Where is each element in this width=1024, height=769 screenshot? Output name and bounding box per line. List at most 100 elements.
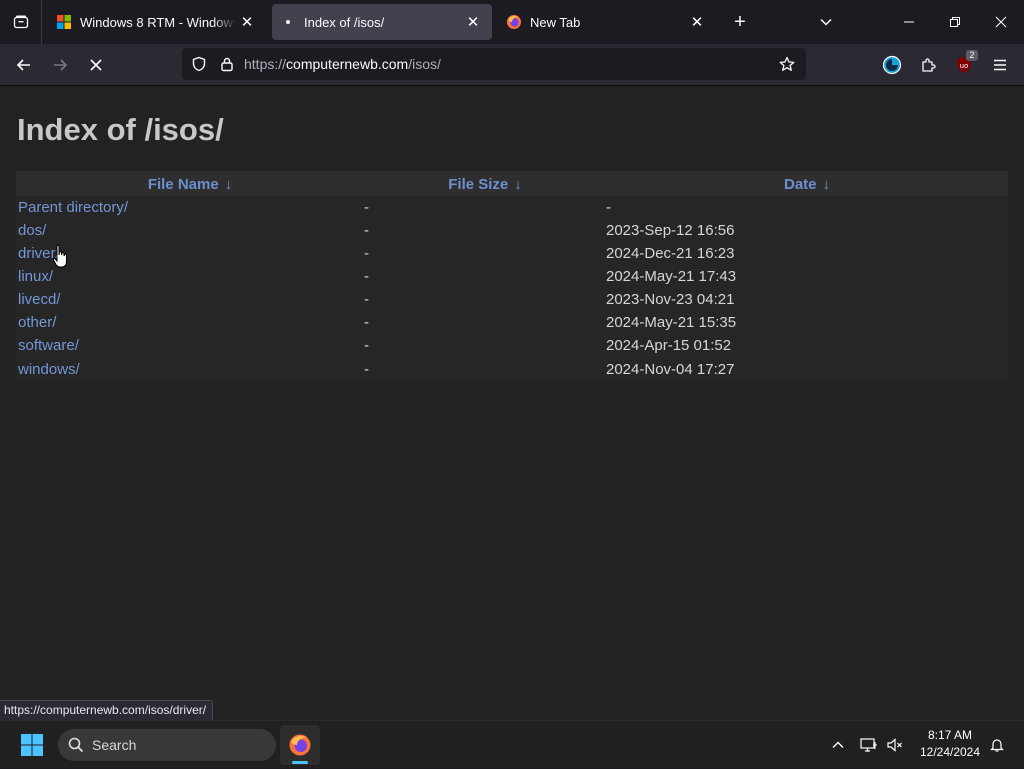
search-label: Search: [92, 737, 137, 753]
ublock-count-badge: 2: [966, 50, 978, 61]
date-cell: 2023-Sep-12 16:56: [606, 222, 735, 239]
date-column-header[interactable]: Date ↓: [606, 171, 1008, 196]
table-row: dos/ - 2023-Sep-12 16:56: [16, 219, 1008, 242]
close-icon: ✕: [466, 14, 480, 31]
back-button[interactable]: [8, 49, 40, 81]
bookmark-star-button[interactable]: [772, 48, 802, 80]
speaker-muted-icon: [887, 738, 902, 752]
column-label: File Name: [147, 176, 219, 193]
url-host: computernewb.com: [286, 56, 409, 72]
column-label: File Size: [448, 176, 509, 193]
address-bar[interactable]: https://computernewb.com/isos/: [182, 48, 806, 80]
sort-arrow-icon: ↓: [514, 176, 522, 193]
minimize-button[interactable]: [886, 0, 932, 44]
tab-strip: Windows 8 RTM - Windows Dev ✕ Index of /…: [0, 0, 1024, 44]
date-cell: 2024-Apr-15 01:52: [606, 337, 732, 354]
date-cell: 2023-Nov-23 04:21: [606, 291, 735, 308]
forward-button[interactable]: [44, 49, 76, 81]
volume-button[interactable]: [884, 721, 906, 769]
tab-close-button[interactable]: ✕: [236, 11, 258, 33]
ublock-origin-button[interactable]: uo 2: [948, 49, 980, 81]
firefox-icon: [289, 734, 311, 756]
table-row: livecd/ - 2023-Nov-23 04:21: [16, 288, 1008, 311]
tab-title: New Tab: [530, 14, 581, 30]
directory-link[interactable]: dos/: [18, 222, 46, 239]
tab-title: Index of /isos/: [304, 14, 385, 30]
tab-new-tab[interactable]: New Tab ✕: [498, 4, 716, 40]
sort-arrow-icon: ↓: [822, 176, 831, 193]
lock-icon[interactable]: [214, 48, 240, 80]
file-size-cell: -: [364, 291, 369, 308]
restore-button[interactable]: [932, 0, 978, 44]
clock-time: 8:17 AM: [927, 728, 973, 742]
clock-date: 12/24/2024: [919, 745, 981, 759]
bell-icon: [990, 739, 1004, 752]
file-size-cell: -: [364, 337, 369, 354]
windows-taskbar: Search 8:17 AM 12/24/2024: [0, 720, 1024, 768]
windows-start-icon: [21, 734, 43, 756]
tab-windows-8-rtm[interactable]: Windows 8 RTM - Windows Dev ✕: [48, 4, 266, 40]
tab-close-button[interactable]: ✕: [686, 11, 708, 33]
file-size-cell: -: [364, 314, 369, 331]
network-status-button[interactable]: [858, 721, 880, 769]
restore-icon: [950, 17, 960, 27]
url-text[interactable]: https://computernewb.com/isos/: [244, 56, 441, 72]
navigation-toolbar: https://computernewb.com/isos/ uo 2: [0, 44, 1024, 86]
svg-text:uo: uo: [960, 62, 969, 70]
app-menu-button[interactable]: [984, 49, 1016, 81]
show-hidden-icons-button[interactable]: [826, 721, 850, 769]
new-tab-button[interactable]: +: [726, 8, 754, 36]
file-size-cell: -: [364, 245, 369, 262]
table-row: windows/ - 2024-Nov-04 17:27: [16, 357, 1008, 381]
url-scheme: https://: [244, 56, 287, 72]
loading-dot-icon: [280, 14, 296, 30]
arrow-left-icon: [16, 59, 30, 71]
taskbar-search-box[interactable]: Search: [58, 729, 276, 761]
minimize-icon: [904, 21, 914, 23]
table-row: Parent directory/ - -: [16, 196, 1008, 219]
system-clock[interactable]: 8:17 AM 12/24/2024: [912, 727, 988, 761]
directory-link[interactable]: windows/: [18, 361, 80, 378]
date-cell: -: [606, 199, 611, 216]
account-button[interactable]: [876, 49, 908, 81]
file-size-cell: -: [364, 222, 369, 239]
date-cell: 2024-Nov-04 17:27: [606, 360, 735, 378]
tab-title: Windows 8 RTM - Windows Dev: [80, 14, 236, 30]
directory-link[interactable]: driver/: [18, 245, 60, 262]
directory-listing-table: File Name ↓ File Size ↓ Date ↓ Parent direc…: [16, 171, 1008, 381]
firefox-view-button[interactable]: [0, 0, 42, 44]
url-path: /isos/: [408, 56, 441, 72]
windows-logo-icon: [56, 14, 72, 30]
firefox-icon: [506, 14, 522, 30]
file-name-column-header[interactable]: File Name ↓: [16, 171, 364, 196]
table-row: driver/ - 2024-Dec-21 16:23: [16, 242, 1008, 265]
taskbar-firefox-button[interactable]: [280, 725, 320, 765]
chevron-down-icon: [820, 18, 832, 26]
tab-index-of-isos[interactable]: Index of /isos/ ✕: [272, 4, 492, 40]
file-size-cell: -: [364, 199, 369, 216]
extensions-button[interactable]: [912, 49, 944, 81]
directory-link[interactable]: Parent directory/: [18, 199, 128, 216]
file-size-column-header[interactable]: File Size ↓: [364, 171, 606, 196]
close-window-button[interactable]: [978, 0, 1024, 44]
close-icon: ✕: [690, 14, 704, 31]
directory-link[interactable]: linux/: [18, 268, 53, 285]
file-size-cell: -: [364, 360, 369, 378]
tab-close-button[interactable]: ✕: [462, 11, 484, 33]
directory-link[interactable]: other/: [18, 314, 56, 331]
close-icon: [995, 16, 1007, 28]
tracking-protection-shield-icon[interactable]: [184, 48, 214, 80]
running-indicator: [292, 761, 308, 764]
start-button[interactable]: [12, 725, 52, 765]
sort-arrow-icon: ↓: [224, 176, 233, 193]
directory-link[interactable]: software/: [18, 337, 79, 354]
stop-loading-button[interactable]: [80, 49, 112, 81]
list-all-tabs-button[interactable]: [812, 8, 840, 36]
search-icon: [68, 737, 84, 753]
hamburger-menu-icon: [994, 59, 1006, 71]
table-row: other/ - 2024-May-21 15:35: [16, 311, 1008, 334]
directory-link[interactable]: livecd/: [18, 291, 61, 308]
date-cell: 2024-May-21 15:35: [606, 314, 737, 331]
notifications-button[interactable]: [986, 721, 1008, 769]
page-content: Index of /isos/ File Name ↓ File Size ↓ Da…: [0, 86, 1024, 720]
